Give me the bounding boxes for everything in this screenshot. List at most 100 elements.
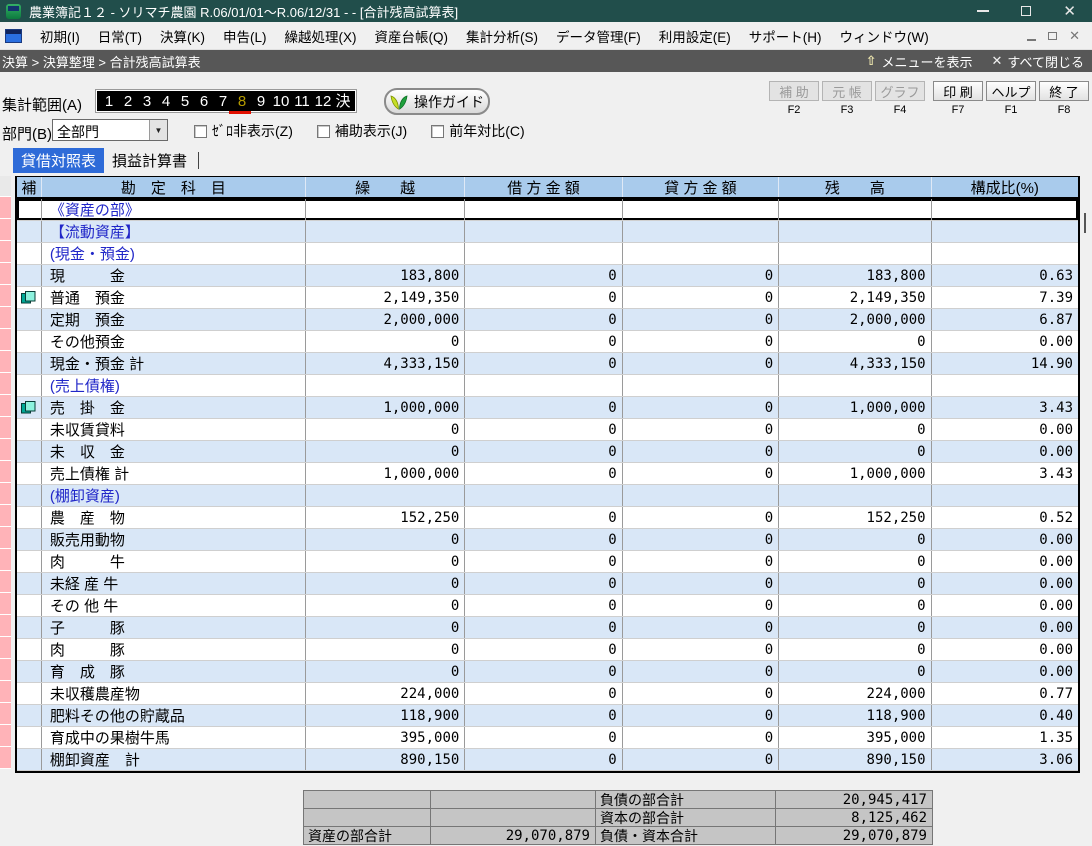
debit-cell: 0: [465, 441, 622, 462]
pink-column: [0, 176, 11, 769]
table-row[interactable]: (棚卸資産): [17, 485, 1078, 507]
menu-item[interactable]: 繰越処理(X): [276, 26, 366, 46]
row-marker: [0, 527, 11, 549]
mdi-minimize-icon[interactable]: [1027, 39, 1036, 41]
month-7[interactable]: 7: [214, 94, 233, 109]
table-row[interactable]: 売 掛 金1,000,000001,000,0003.43: [17, 397, 1078, 419]
debit-cell: [465, 375, 622, 396]
filter-checkbox[interactable]: ｾﾞﾛ非表示(Z): [194, 121, 293, 141]
row-marker: [0, 351, 11, 373]
table-row[interactable]: 普通 預金2,149,350002,149,3507.39: [17, 287, 1078, 309]
month-9[interactable]: 9: [252, 94, 271, 109]
month-1[interactable]: 1: [100, 94, 119, 109]
table-row[interactable]: 肉 豚00000.00: [17, 639, 1078, 661]
show-menu-button[interactable]: メニューを表示: [882, 52, 973, 71]
month-11[interactable]: 11: [292, 94, 313, 109]
maximize-icon[interactable]: [1021, 6, 1031, 16]
mdi-restore-icon[interactable]: [1048, 32, 1057, 40]
table-row[interactable]: 棚卸資産 計890,15000890,1503.06: [17, 749, 1078, 771]
show-menu-arrow-icon[interactable]: ⇧: [866, 53, 877, 69]
table-row[interactable]: 未 収 金00000.00: [17, 441, 1078, 463]
month-12[interactable]: 12: [313, 94, 334, 109]
carryover-cell: [306, 485, 465, 506]
menu-item[interactable]: データ管理(F): [547, 26, 650, 46]
table-row[interactable]: 未収賃貸料00000.00: [17, 419, 1078, 441]
function-buttons: 補 助F2元 帳F3グラフF4印 刷F7ヘルプF1終 了F8: [769, 81, 1089, 116]
menu-item[interactable]: 決算(K): [151, 26, 214, 46]
menu-item[interactable]: 日常(T): [89, 26, 151, 46]
hojo-cell: [17, 397, 42, 418]
table-row[interactable]: (現金・預金): [17, 243, 1078, 265]
table-row[interactable]: その 他 牛00000.00: [17, 595, 1078, 617]
department-value: 全部門: [53, 120, 149, 140]
mdi-window-controls: ✕: [1027, 29, 1092, 42]
menu-item[interactable]: サポート(H): [740, 26, 831, 46]
table-row[interactable]: 未経 産 牛00000.00: [17, 573, 1078, 595]
close-all-button[interactable]: すべて閉じる: [1007, 52, 1084, 71]
menu-item[interactable]: 資産台帳(Q): [366, 26, 458, 46]
minimize-icon[interactable]: [977, 10, 989, 12]
close-icon[interactable]: ✕: [1063, 4, 1076, 19]
month-3[interactable]: 3: [138, 94, 157, 109]
fn-button-f1[interactable]: ヘルプ: [986, 81, 1036, 101]
table-row[interactable]: 農 産 物152,25000152,2500.52: [17, 507, 1078, 529]
fn-key-label: F8: [1058, 104, 1071, 116]
table-row[interactable]: 定期 預金2,000,000002,000,0006.87: [17, 309, 1078, 331]
menu-item[interactable]: ウィンドウ(W): [831, 26, 938, 46]
hojo-cell: [17, 683, 42, 704]
month-6[interactable]: 6: [195, 94, 214, 109]
table-row[interactable]: 売上債権 計1,000,000001,000,0003.43: [17, 463, 1078, 485]
department-select[interactable]: 全部門 ▼: [52, 119, 168, 141]
document-window-icon[interactable]: [5, 29, 22, 43]
table-row[interactable]: 現 金183,80000183,8000.63: [17, 265, 1078, 287]
close-all-icon[interactable]: ✕: [992, 53, 1003, 69]
filter-checkbox[interactable]: 補助表示(J): [317, 121, 407, 141]
subaccount-pages-icon: [21, 401, 36, 414]
account-name: 未経 産 牛: [42, 573, 306, 594]
month-8[interactable]: 8: [233, 94, 252, 109]
menu-item[interactable]: 集計分析(S): [457, 26, 547, 46]
checkbox-box[interactable]: [431, 125, 444, 138]
pink-column-header-cell: [0, 176, 11, 197]
tab-profit-loss[interactable]: 損益計算書: [104, 148, 195, 173]
balance-cell: 0: [779, 529, 931, 550]
table-row[interactable]: 肥料その他の貯蔵品118,90000118,9000.40: [17, 705, 1078, 727]
checkbox-box[interactable]: [317, 125, 330, 138]
chevron-down-icon[interactable]: ▼: [149, 120, 167, 140]
debit-cell: 0: [465, 639, 622, 660]
account-name: 未収穫農産物: [42, 683, 306, 704]
table-row[interactable]: 販売用動物00000.00: [17, 529, 1078, 551]
checkbox-label: 補助表示(J): [335, 121, 407, 141]
operation-guide-button[interactable]: 操作ガイド: [384, 88, 490, 115]
menu-item[interactable]: 申告(L): [214, 26, 276, 46]
scrollbar-thumb[interactable]: [1084, 213, 1086, 233]
mdi-close-icon[interactable]: ✕: [1069, 29, 1080, 42]
summary-value: 29,070,879: [431, 827, 596, 845]
tab-balance-sheet[interactable]: 貸借対照表: [13, 148, 104, 173]
table-row[interactable]: 未収穫農産物224,00000224,0000.77: [17, 683, 1078, 705]
debit-cell: 0: [465, 727, 622, 748]
month-決[interactable]: 決: [334, 94, 353, 109]
fn-key-label: F2: [788, 104, 801, 116]
table-row[interactable]: 【流動資産】: [17, 221, 1078, 243]
checkbox-box[interactable]: [194, 125, 207, 138]
month-4[interactable]: 4: [157, 94, 176, 109]
fn-button-f7[interactable]: 印 刷: [933, 81, 983, 101]
month-range-bar[interactable]: 123456789101112決: [95, 89, 357, 113]
table-row[interactable]: (売上債権): [17, 375, 1078, 397]
menu-item[interactable]: 利用設定(E): [650, 26, 740, 46]
month-5[interactable]: 5: [176, 94, 195, 109]
table-row[interactable]: 育成中の果樹牛馬395,00000395,0001.35: [17, 727, 1078, 749]
menu-item[interactable]: 初期(I): [31, 26, 89, 46]
filter-checkbox[interactable]: 前年対比(C): [431, 121, 524, 141]
month-10[interactable]: 10: [271, 94, 292, 109]
table-row[interactable]: 現金・預金 計4,333,150004,333,15014.90: [17, 353, 1078, 375]
table-row[interactable]: 肉 牛00000.00: [17, 551, 1078, 573]
table-row[interactable]: 《資産の部》: [17, 199, 1078, 221]
table-row[interactable]: その他預金00000.00: [17, 331, 1078, 353]
table-row[interactable]: 育 成 豚00000.00: [17, 661, 1078, 683]
month-2[interactable]: 2: [119, 94, 138, 109]
fn-button-f8[interactable]: 終 了: [1039, 81, 1089, 101]
row-marker: [0, 681, 11, 703]
table-row[interactable]: 子 豚00000.00: [17, 617, 1078, 639]
